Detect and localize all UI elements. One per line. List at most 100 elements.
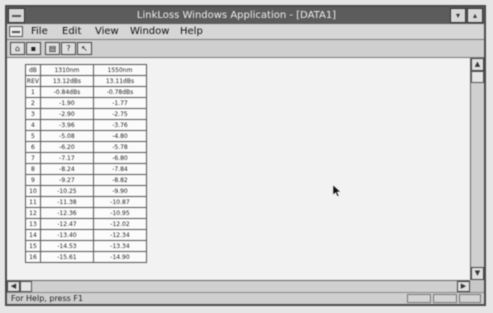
table-row[interactable]: 12 -12.36 -10.95 — [25, 207, 148, 219]
table-row[interactable]: 8 -8.24 -7.84 — [25, 163, 148, 175]
table-row[interactable]: 5 -5.08 -4.80 — [25, 130, 148, 142]
row-index-cell[interactable]: 12 — [25, 207, 41, 219]
table-row[interactable]: 3 -2.90 -2.75 — [25, 108, 148, 120]
print-icon[interactable]: ▤ — [45, 42, 60, 55]
value-cell[interactable]: -0.78dBs — [92, 86, 148, 98]
table-row[interactable]: 9 -9.27 -8.82 — [25, 174, 148, 186]
table-row[interactable]: 6 -6.20 -5.78 — [25, 141, 148, 153]
maximize-button[interactable]: ▴ — [467, 8, 483, 23]
row-index-cell[interactable]: 14 — [25, 229, 41, 241]
context-help-icon[interactable]: ↖ — [77, 42, 92, 55]
vertical-scrollbar[interactable]: ▲ ▼ — [470, 58, 484, 280]
table-row[interactable]: 4 -3.96 -3.76 — [25, 119, 148, 131]
row-index-cell[interactable]: 13 — [25, 218, 41, 230]
row-index-cell[interactable]: 16 — [25, 251, 41, 263]
document-control-icon[interactable] — [9, 26, 23, 37]
value-cell[interactable]: -9.90 — [92, 185, 148, 197]
value-cell[interactable]: 13.12dBs — [39, 75, 94, 87]
value-cell[interactable]: -7.17 — [39, 152, 94, 164]
row-index-cell[interactable]: 9 — [25, 174, 41, 186]
row-index-cell[interactable]: 10 — [25, 185, 41, 197]
table-row[interactable]: 1 -0.84dBs -0.78dBs — [25, 86, 148, 98]
value-cell[interactable]: -8.24 — [39, 163, 94, 175]
scroll-right-button[interactable]: ▶ — [457, 281, 470, 292]
value-cell[interactable]: -6.80 — [92, 152, 148, 164]
status-panel-2 — [433, 294, 457, 303]
value-cell[interactable]: -10.25 — [39, 185, 94, 197]
title-bar[interactable]: LinkLoss Windows Application - [DATA1] ▾… — [7, 7, 484, 24]
value-cell[interactable]: -2.90 — [39, 108, 94, 120]
row-index-cell[interactable]: 1 — [25, 86, 41, 98]
scrollbar-corner — [470, 280, 484, 292]
value-cell[interactable]: -12.36 — [39, 207, 94, 219]
value-cell[interactable]: -12.02 — [92, 218, 148, 230]
document-area[interactable]: dB 1310nm 1550nm REV 13.12dBs 13.11dBs 1 -0.84d… — [7, 58, 484, 280]
save-icon[interactable]: ▪ — [26, 42, 41, 55]
table-row[interactable]: 13 -12.47 -12.02 — [25, 218, 148, 230]
minimize-button[interactable]: ▾ — [450, 8, 466, 23]
row-index-cell[interactable]: 7 — [25, 152, 41, 164]
row-index-cell[interactable]: 6 — [25, 141, 41, 153]
value-cell[interactable]: -1.90 — [39, 97, 94, 109]
menu-help[interactable]: Help — [180, 25, 203, 39]
scroll-down-button[interactable]: ▼ — [471, 267, 484, 280]
system-menu-icon[interactable] — [8, 8, 25, 23]
open-icon[interactable]: ⌂ — [10, 42, 25, 55]
value-cell[interactable]: 13.11dBs — [92, 75, 148, 87]
value-cell[interactable]: -12.34 — [92, 229, 148, 241]
menu-file[interactable]: File — [31, 25, 48, 39]
value-cell[interactable]: -3.96 — [39, 119, 94, 131]
value-cell[interactable]: -14.53 — [39, 240, 94, 252]
value-cell[interactable]: -5.08 — [39, 130, 94, 142]
scroll-left-button[interactable]: ◀ — [7, 281, 20, 292]
help-icon[interactable]: ? — [61, 42, 76, 55]
menu-view[interactable]: View — [95, 25, 119, 39]
menu-bar: File Edit View Window Help — [7, 24, 484, 40]
value-cell[interactable]: -9.27 — [39, 174, 94, 186]
value-cell[interactable]: -2.75 — [92, 108, 148, 120]
row-index-cell[interactable]: REV — [25, 75, 41, 87]
value-cell[interactable]: -10.95 — [92, 207, 148, 219]
value-cell[interactable]: -3.76 — [92, 119, 148, 131]
value-cell[interactable]: -8.82 — [92, 174, 148, 186]
table-header-row[interactable]: REV 13.12dBs 13.11dBs — [25, 75, 148, 87]
value-cell[interactable]: -14.90 — [92, 251, 148, 263]
scroll-up-button[interactable]: ▲ — [471, 58, 484, 71]
table-row[interactable]: 7 -7.17 -6.80 — [25, 152, 148, 164]
value-cell[interactable]: -10.87 — [92, 196, 148, 208]
value-cell[interactable]: -7.84 — [92, 163, 148, 175]
menu-window[interactable]: Window — [130, 25, 169, 39]
table-header-row[interactable]: dB 1310nm 1550nm — [25, 64, 148, 76]
table-row[interactable]: 10 -10.25 -9.90 — [25, 185, 148, 197]
value-cell[interactable]: -13.34 — [92, 240, 148, 252]
vertical-scroll-thumb[interactable] — [471, 71, 484, 83]
value-cell[interactable]: -4.80 — [92, 130, 148, 142]
row-index-cell[interactable]: 15 — [25, 240, 41, 252]
menu-edit[interactable]: Edit — [62, 25, 81, 39]
table-row[interactable]: 14 -13.40 -12.34 — [25, 229, 148, 241]
table-row[interactable]: 15 -14.53 -13.34 — [25, 240, 148, 252]
row-index-cell[interactable]: 4 — [25, 119, 41, 131]
value-cell[interactable]: 1550nm — [92, 64, 148, 76]
row-index-cell[interactable]: 8 — [25, 163, 41, 175]
status-panel-1 — [407, 294, 431, 303]
value-cell[interactable]: -5.78 — [92, 141, 148, 153]
value-cell[interactable]: -15.61 — [39, 251, 94, 263]
row-index-cell[interactable]: 3 — [25, 108, 41, 120]
value-cell[interactable]: -6.20 — [39, 141, 94, 153]
value-cell[interactable]: 1310nm — [39, 64, 94, 76]
row-index-cell[interactable]: dB — [25, 64, 41, 76]
row-index-cell[interactable]: 5 — [25, 130, 41, 142]
row-index-cell[interactable]: 2 — [25, 97, 41, 109]
value-cell[interactable]: -13.40 — [39, 229, 94, 241]
value-cell[interactable]: -1.77 — [92, 97, 148, 109]
horizontal-scroll-thumb[interactable] — [20, 281, 32, 292]
table-row[interactable]: 16 -15.61 -14.90 — [25, 251, 148, 263]
value-cell[interactable]: -12.47 — [39, 218, 94, 230]
value-cell[interactable]: -11.38 — [39, 196, 94, 208]
row-index-cell[interactable]: 11 — [25, 196, 41, 208]
horizontal-scrollbar[interactable]: ◀ ▶ — [7, 280, 470, 292]
table-row[interactable]: 2 -1.90 -1.77 — [25, 97, 148, 109]
value-cell[interactable]: -0.84dBs — [39, 86, 94, 98]
table-row[interactable]: 11 -11.38 -10.87 — [25, 196, 148, 208]
